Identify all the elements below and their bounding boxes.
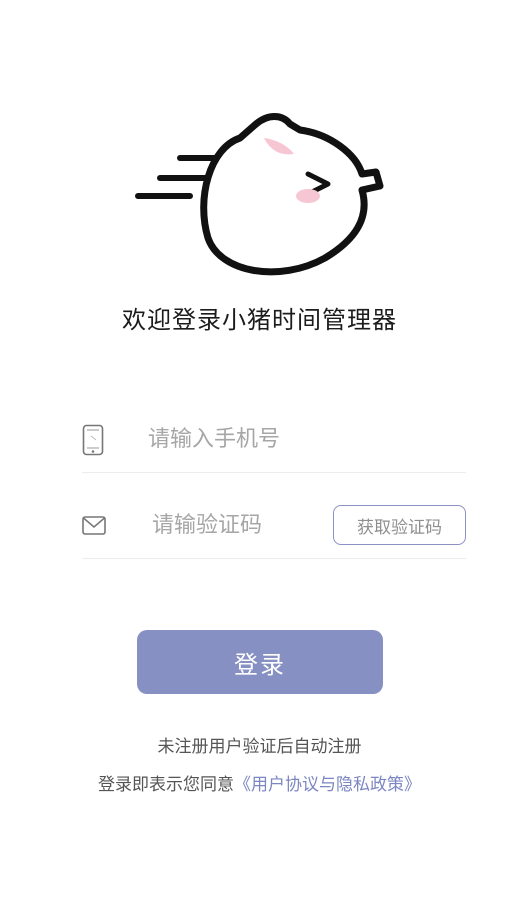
phone-row <box>82 412 466 473</box>
code-row: 获取验证码 <box>82 498 466 559</box>
agreement-prefix: 登录即表示您同意 <box>98 775 234 795</box>
phone-icon <box>82 424 104 456</box>
login-button[interactable]: 登录 <box>137 630 383 694</box>
pig-blush-icon <box>296 189 320 203</box>
phone-input[interactable] <box>148 422 368 456</box>
mail-icon <box>82 516 106 535</box>
auto-register-note: 未注册用户验证后自动注册 <box>157 737 362 757</box>
pig-body-icon <box>200 113 384 276</box>
pig-logo <box>135 113 384 276</box>
agreement-line: 登录即表示您同意《用户协议与隐私政策》 <box>0 770 519 795</box>
welcome-title: 欢迎登录小猪时间管理器 <box>122 306 397 334</box>
code-input[interactable] <box>152 508 322 542</box>
get-code-button[interactable]: 获取验证码 <box>333 505 466 545</box>
agreement-link[interactable]: 《用户协议与隐私政策》 <box>234 775 421 795</box>
